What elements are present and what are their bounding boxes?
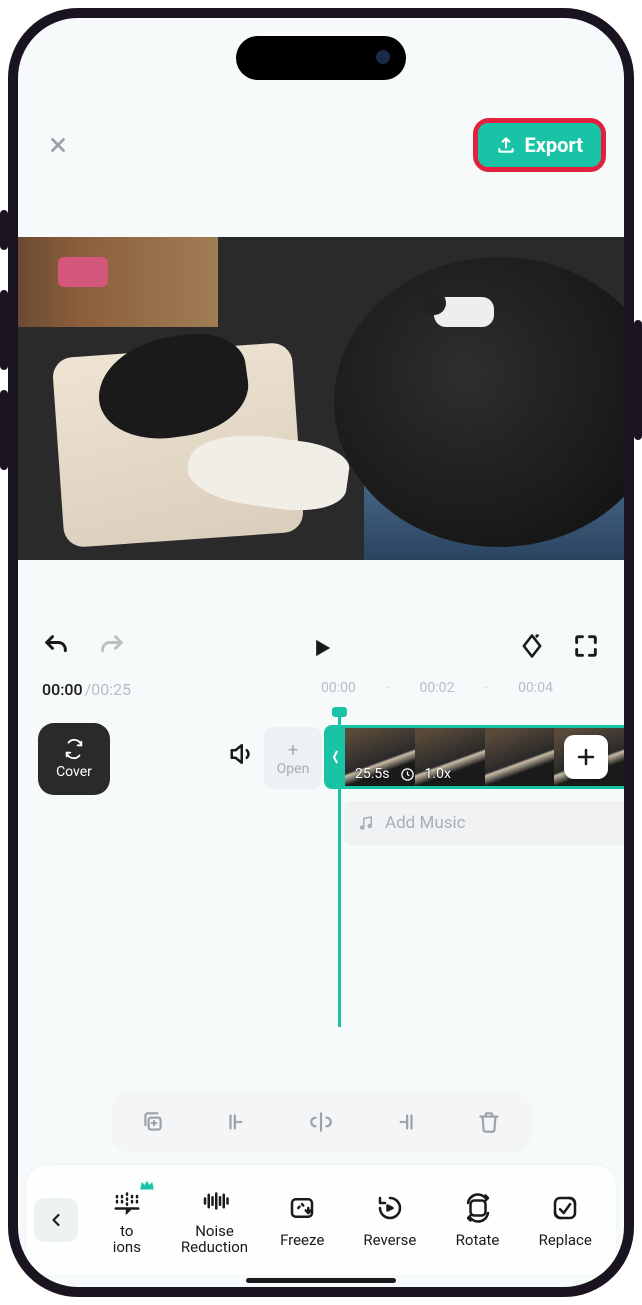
split-left-button[interactable] (219, 1104, 255, 1140)
timeline[interactable]: Cover + Open 25.5s (18, 709, 624, 1049)
redo-icon (98, 632, 126, 660)
upload-icon (496, 135, 516, 155)
sync-icon (63, 738, 85, 760)
tool-label: Rotate (456, 1231, 500, 1249)
cover-button[interactable]: Cover (38, 723, 110, 795)
split-right-button[interactable] (387, 1104, 423, 1140)
tool-label: Reverse (363, 1231, 416, 1249)
copy-button[interactable] (135, 1104, 171, 1140)
clip-trim-left[interactable] (327, 728, 345, 786)
fullscreen-button[interactable] (572, 632, 600, 664)
split-icon (308, 1109, 334, 1135)
reverse-tool[interactable]: Reverse (347, 1191, 433, 1249)
freeze-icon (287, 1193, 317, 1223)
phone-frame: Export (8, 8, 634, 1297)
volume-toggle (0, 210, 8, 250)
freeze-tool[interactable]: Freeze (259, 1191, 345, 1249)
add-music-button[interactable]: Add Music (343, 801, 624, 845)
close-button[interactable] (38, 125, 78, 165)
clip-duration: 25.5s (355, 766, 390, 782)
rotate-icon (463, 1193, 493, 1223)
replace-tool[interactable]: Replace (522, 1191, 608, 1249)
export-highlight: Export (473, 118, 606, 172)
add-clip-button[interactable] (564, 735, 608, 779)
total-time: /00:25 (85, 680, 131, 699)
trim-right-icon (392, 1109, 418, 1135)
clip-info: 25.5s 1.0x (355, 766, 451, 782)
tool-label: Replace (539, 1231, 592, 1249)
player-controls (18, 560, 624, 678)
time-mark: 00:02 (420, 680, 455, 696)
music-icon (357, 814, 375, 832)
top-bar: Export (18, 18, 624, 182)
open-button[interactable]: + Open (264, 727, 322, 789)
keyframe-button[interactable] (518, 632, 546, 664)
export-button[interactable]: Export (478, 123, 601, 167)
clip-speed: 1.0x (425, 766, 451, 782)
volume-up (0, 290, 8, 370)
close-icon (47, 134, 69, 156)
home-indicator[interactable] (246, 1278, 396, 1283)
back-button[interactable] (34, 1198, 78, 1242)
keyframe-icon (518, 632, 546, 660)
time-mark: 00:00 (321, 680, 356, 696)
speed-icon (400, 767, 415, 782)
play-icon (308, 634, 336, 662)
tool-label: ions (113, 1240, 141, 1256)
play-button[interactable] (304, 630, 340, 666)
bottom-toolbar: to ions Noise Reduction Freeze (26, 1165, 616, 1275)
volume-down (0, 390, 8, 470)
time-mark: 00:04 (518, 680, 553, 696)
add-music-label: Add Music (385, 813, 466, 833)
undo-icon (42, 632, 70, 660)
crown-icon (138, 1176, 156, 1194)
rotate-tool[interactable]: Rotate (435, 1191, 521, 1249)
delete-button[interactable] (471, 1104, 507, 1140)
video-preview[interactable] (18, 237, 624, 560)
captions-tool[interactable]: to ions (84, 1184, 170, 1256)
split-button[interactable] (303, 1104, 339, 1140)
copy-icon (140, 1109, 166, 1135)
fullscreen-icon (572, 632, 600, 660)
mute-button[interactable] (228, 739, 264, 775)
cover-label: Cover (56, 764, 92, 780)
noise-reduction-icon (200, 1186, 230, 1216)
chevron-left-icon (46, 1210, 66, 1230)
open-label: Open (277, 761, 310, 777)
export-label: Export (524, 133, 583, 157)
undo-button[interactable] (42, 632, 70, 664)
trash-icon (476, 1109, 502, 1135)
plus-icon: + (288, 740, 298, 761)
trim-left-icon (224, 1109, 250, 1135)
redo-button[interactable] (98, 632, 126, 664)
reverse-icon (375, 1193, 405, 1223)
replace-icon (550, 1193, 580, 1223)
power-button (634, 320, 642, 440)
tool-label: Reduction (181, 1240, 248, 1256)
noise-reduction-tool[interactable]: Noise Reduction (172, 1184, 258, 1256)
plus-icon (574, 745, 598, 769)
speaker-icon (228, 739, 258, 769)
tool-label: Freeze (280, 1231, 324, 1249)
time-ruler: 00:00 /00:25 00:00 · 00:02 · 00:04 (18, 678, 624, 709)
current-time: 00:00 (42, 680, 83, 699)
playhead[interactable] (338, 709, 341, 1027)
mini-toolbar (111, 1092, 531, 1152)
